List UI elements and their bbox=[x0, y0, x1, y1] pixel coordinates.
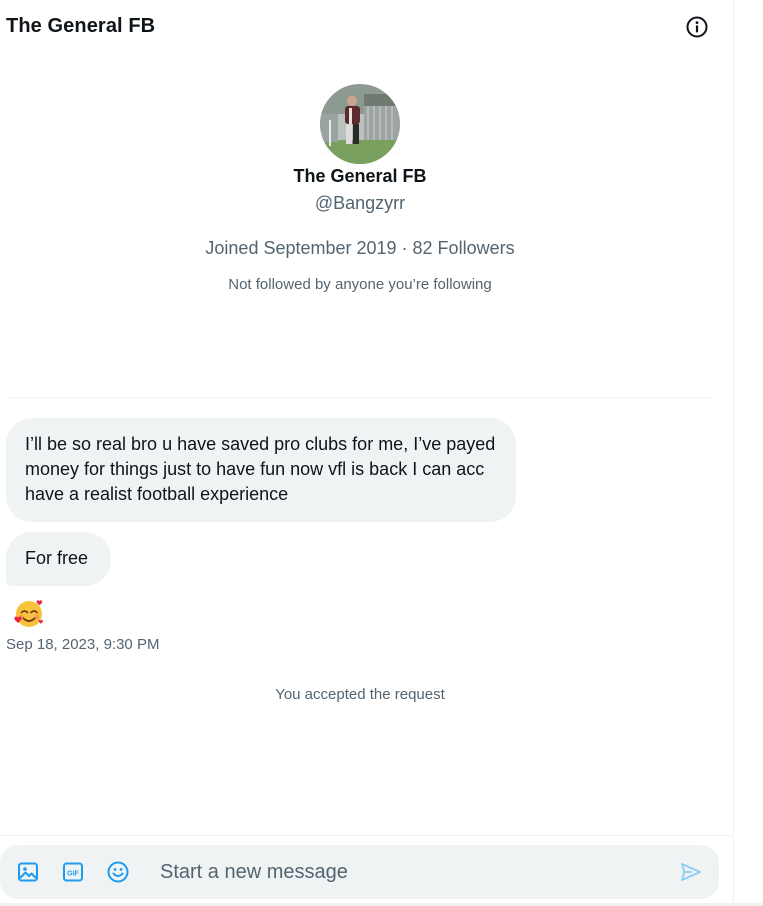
gif-icon[interactable]: GIF bbox=[61, 860, 85, 884]
info-icon[interactable] bbox=[685, 15, 709, 39]
profile-meta: Joined September 2019 · 82 Followers bbox=[205, 238, 515, 258]
message-composer: GIF bbox=[0, 845, 719, 899]
message-input[interactable] bbox=[160, 857, 660, 887]
message-bubble[interactable]: For free bbox=[6, 532, 111, 586]
svg-text:GIF: GIF bbox=[67, 870, 79, 877]
conversation-pane: The General FB The General FB @Bangzyrr … bbox=[0, 0, 734, 906]
divider bbox=[6, 397, 713, 398]
message-bubble[interactable]: I’ll be so real bro u have saved pro clu… bbox=[6, 418, 516, 522]
profile-handle: @Bangzyrr bbox=[314, 193, 406, 213]
profile-follow-note: Not followed by anyone you’re following bbox=[228, 276, 492, 293]
smiling-face-with-hearts-icon[interactable] bbox=[10, 596, 46, 630]
send-icon[interactable] bbox=[679, 860, 703, 884]
image-icon[interactable] bbox=[16, 860, 40, 884]
composer-divider bbox=[0, 835, 734, 836]
profile-avatar[interactable] bbox=[320, 84, 400, 164]
emoji-icon[interactable] bbox=[106, 860, 130, 884]
message-timestamp: Sep 18, 2023, 9:30 PM bbox=[6, 636, 160, 653]
request-accepted-note: You accepted the request bbox=[275, 686, 445, 703]
profile-name[interactable]: The General FB bbox=[0, 166, 720, 187]
conversation-title: The General FB bbox=[6, 15, 156, 37]
